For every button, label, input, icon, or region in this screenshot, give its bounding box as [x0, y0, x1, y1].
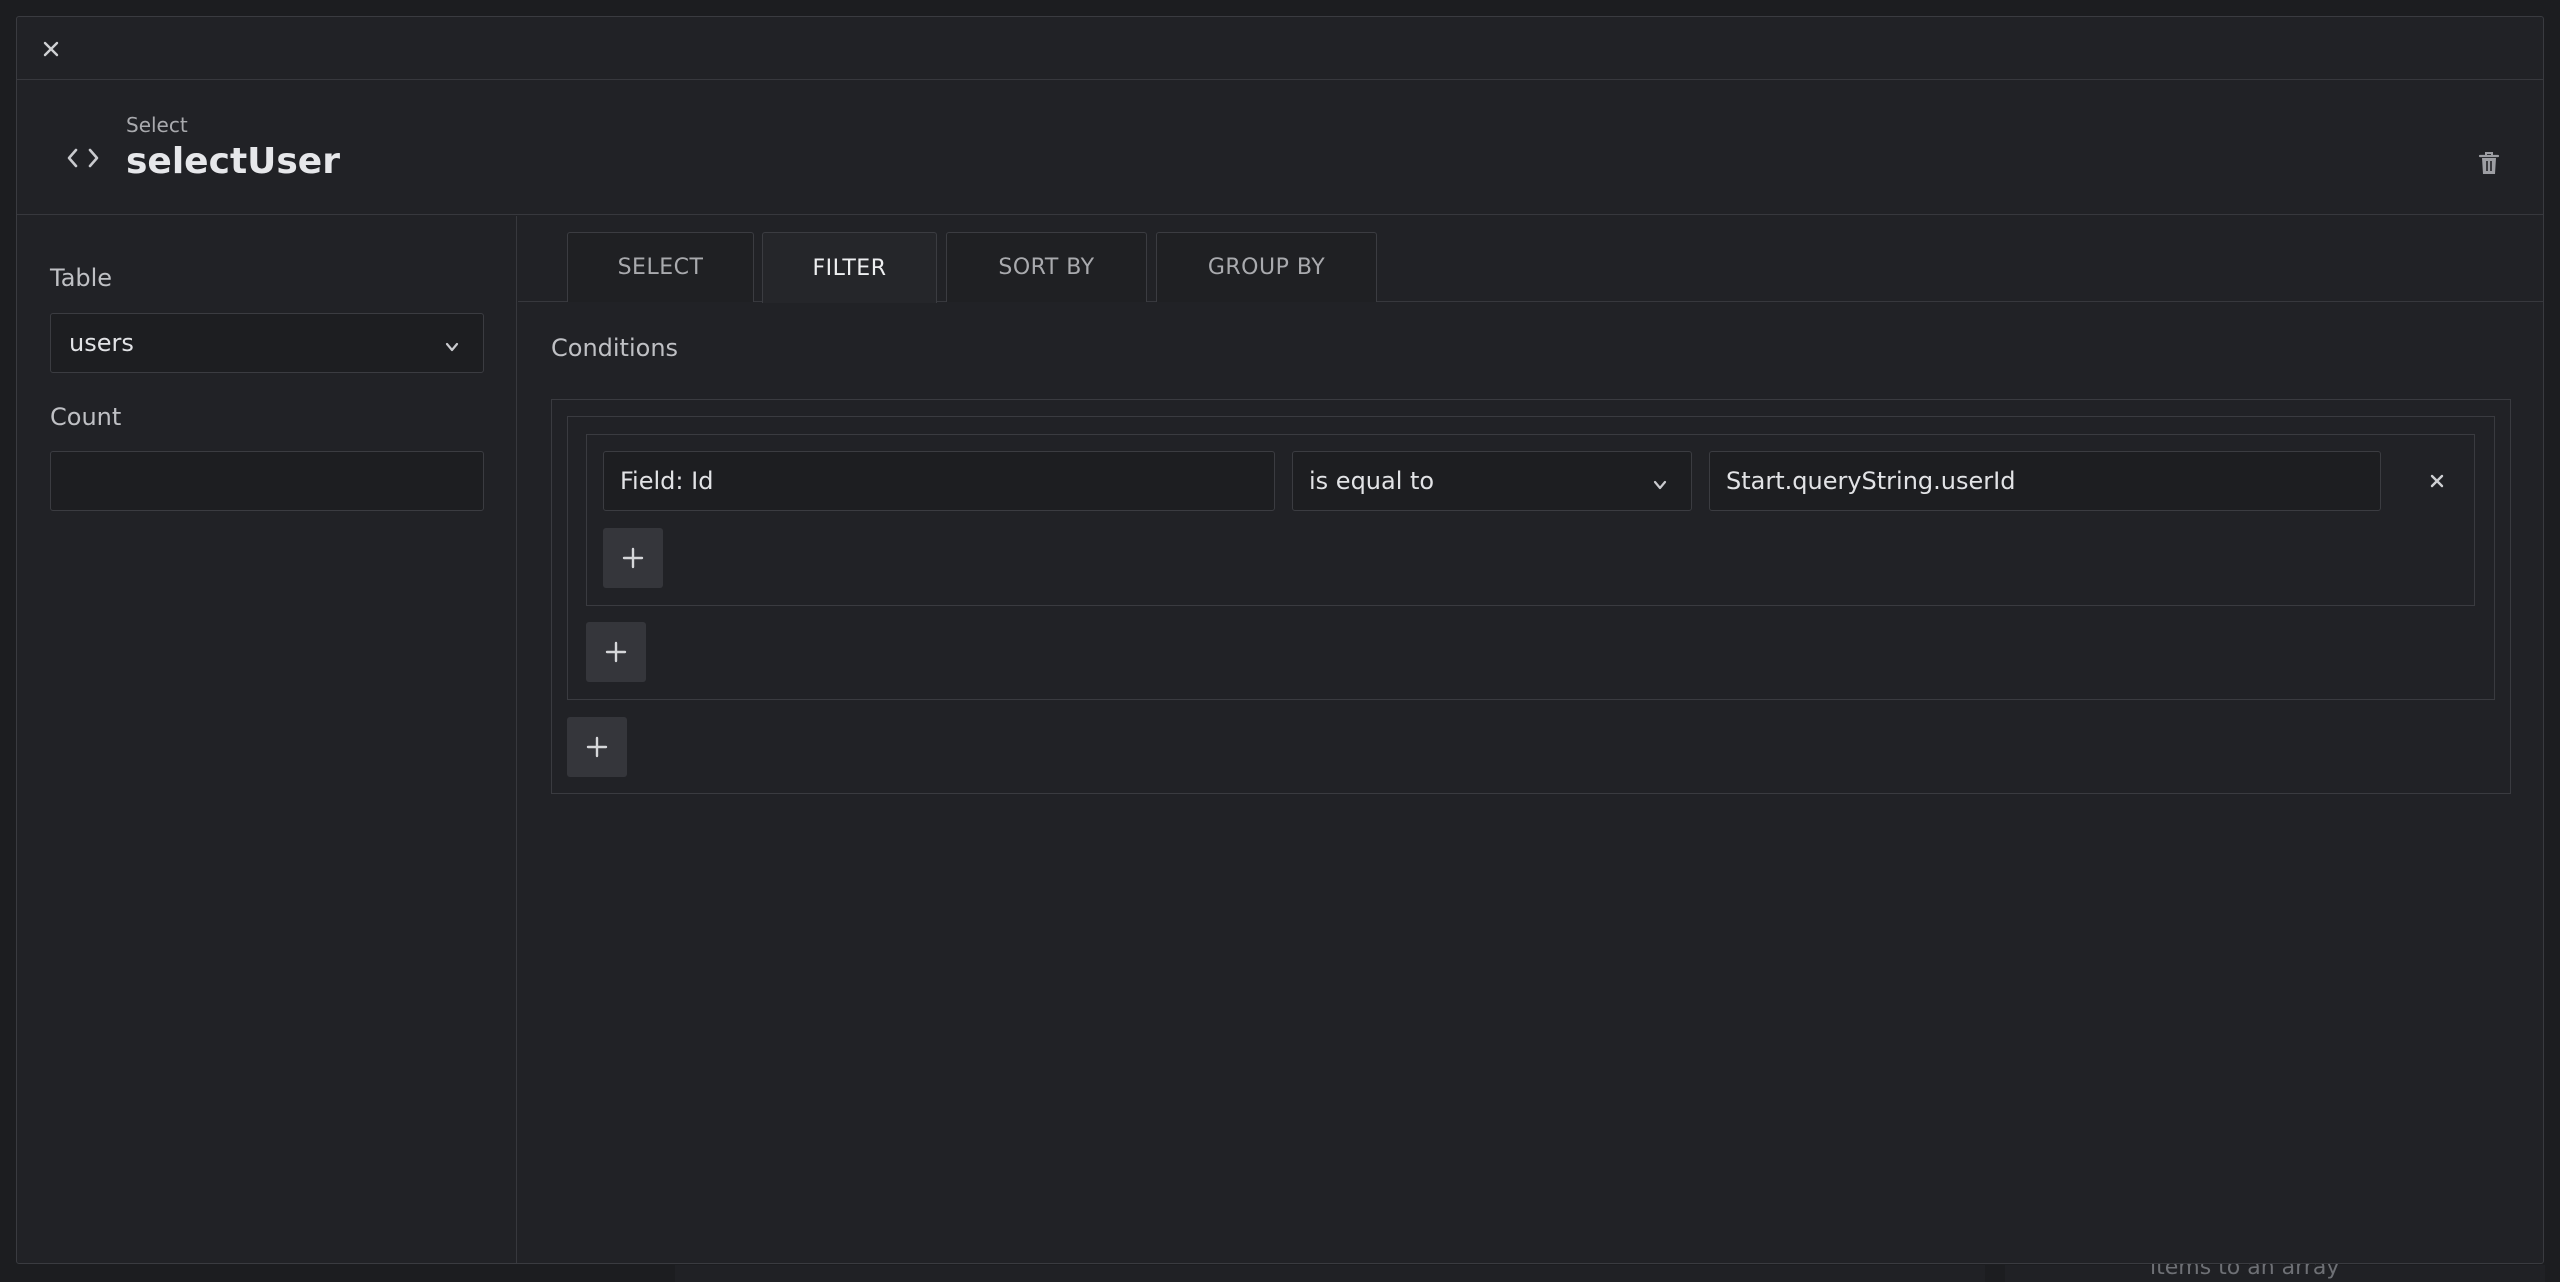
- tab-bar: SELECT FILTER SORT BY GROUP BY: [518, 216, 2543, 303]
- add-condition-button[interactable]: [586, 622, 646, 682]
- tab-select[interactable]: SELECT: [567, 232, 754, 302]
- add-rule-button[interactable]: [603, 528, 663, 588]
- tab-filter[interactable]: FILTER: [762, 232, 937, 303]
- modal-header: Select selectUser: [17, 81, 2543, 215]
- chevron-down-icon: [443, 334, 461, 352]
- conditions-group-outer: Field: Id is equal to Start.queryString.…: [551, 399, 2511, 794]
- code-icon: [63, 145, 103, 171]
- value-input[interactable]: Start.queryString.userId: [1709, 451, 2381, 511]
- node-settings-panel: Table users Count: [17, 216, 517, 1263]
- chevron-down-icon: [1651, 472, 1669, 490]
- operator-value: is equal to: [1309, 467, 1435, 495]
- trash-icon[interactable]: [2475, 148, 2503, 178]
- tab-group-by[interactable]: GROUP BY: [1156, 232, 1377, 302]
- node-type-label: Select: [126, 113, 188, 137]
- conditions-label: Conditions: [551, 334, 679, 362]
- condition-rule-box: Field: Id is equal to Start.queryString.…: [586, 434, 2475, 606]
- backdrop-strip: [675, 1265, 1985, 1282]
- field-select[interactable]: Field: Id: [603, 451, 1275, 511]
- count-label: Count: [50, 403, 122, 431]
- remove-rule-icon[interactable]: [2422, 466, 2452, 496]
- table-select-value: users: [69, 329, 134, 357]
- operator-select[interactable]: is equal to: [1292, 451, 1692, 511]
- add-group-button[interactable]: [567, 717, 627, 777]
- modal-topbar: [17, 17, 2543, 80]
- conditions-group: Field: Id is equal to Start.queryString.…: [567, 416, 2495, 700]
- table-select[interactable]: users: [50, 313, 484, 373]
- table-label: Table: [50, 264, 113, 292]
- node-name-title: selectUser: [126, 141, 340, 182]
- select-node-modal: Select selectUser Table users Count SELE…: [16, 16, 2544, 1264]
- tab-sort-by[interactable]: SORT BY: [946, 232, 1147, 302]
- query-builder-panel: SELECT FILTER SORT BY GROUP BY Condition…: [518, 216, 2543, 1263]
- count-input[interactable]: [50, 451, 484, 511]
- close-icon[interactable]: [37, 35, 65, 63]
